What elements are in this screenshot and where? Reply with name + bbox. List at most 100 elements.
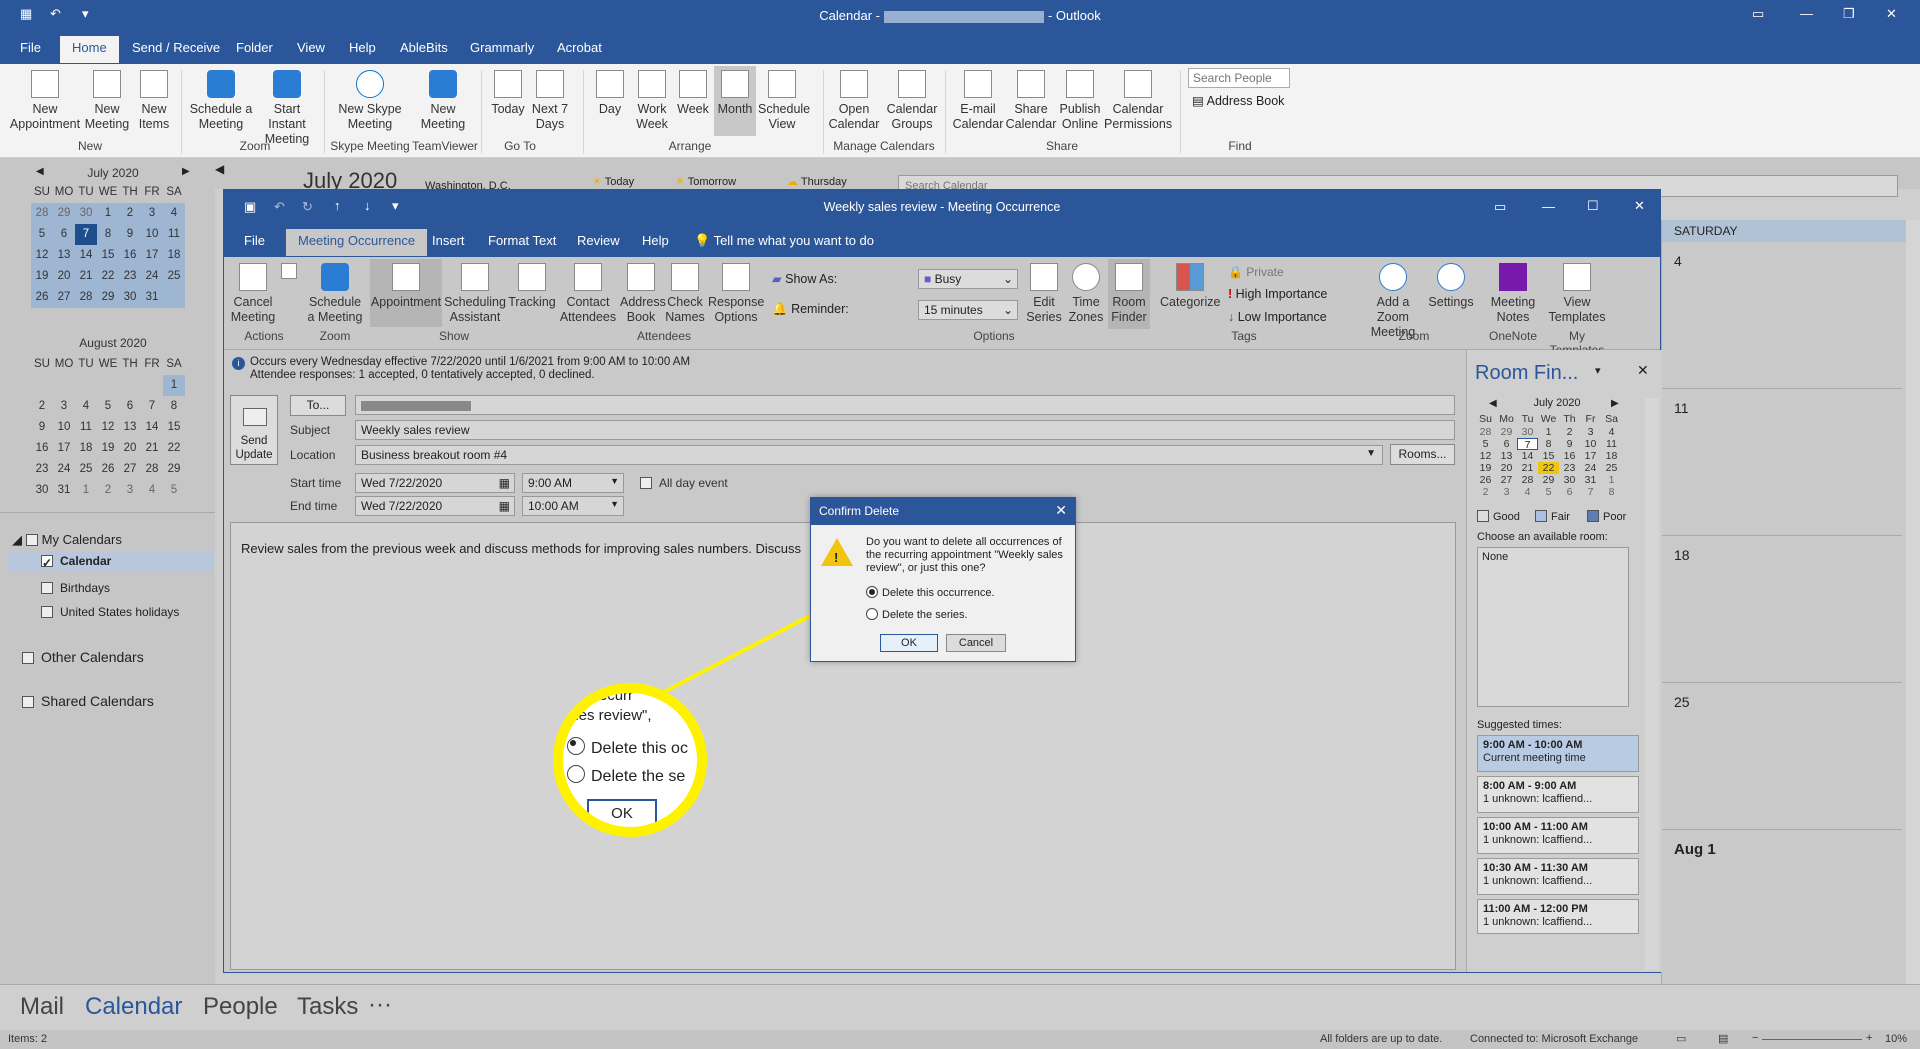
day-cell[interactable]: 25 [1674,694,1690,710]
ok-button[interactable]: OK [880,634,938,652]
time-zones-button[interactable]: Time Zones [1066,263,1106,325]
day-cell[interactable] [53,375,75,396]
day-cell[interactable]: 5 [97,396,119,417]
categorize-button[interactable]: Categorize [1160,263,1220,310]
day-cell[interactable]: 31 [1580,474,1601,486]
day-cell[interactable]: 29 [97,287,119,308]
day-cell[interactable] [119,375,141,396]
view-templates-button[interactable]: View Templates [1544,263,1610,325]
nav-calendar[interactable]: Calendar [85,993,182,1021]
day-cell[interactable] [163,287,185,308]
schedule-meeting-button[interactable]: Schedule a Meeting [188,70,254,132]
day-cell[interactable]: 21 [141,438,163,459]
all-day-checkbox[interactable]: All day event [640,476,728,490]
tab-format-text[interactable]: Format Text [488,233,556,248]
day-cell[interactable]: 12 [97,417,119,438]
day-cell[interactable]: 11 [1601,438,1622,450]
day-cell[interactable]: 5 [1475,438,1496,450]
day-cell[interactable]: 5 [163,480,185,501]
nav-mail[interactable]: Mail [20,993,64,1021]
address-book-button[interactable]: Address Book [620,263,666,325]
day-cell[interactable]: 2 [31,396,53,417]
tab-help[interactable]: Help [349,40,376,55]
address-book-button[interactable]: ▤ Address Book [1192,93,1284,108]
day-cell[interactable]: 23 [31,459,53,480]
us-holidays-checkbox-item[interactable]: United States holidays [41,605,179,619]
cancel-button[interactable]: Cancel [946,634,1006,652]
day-cell[interactable]: 21 [75,266,97,287]
day-cell[interactable]: 31 [53,480,75,501]
month-view-button[interactable]: Month [714,66,756,136]
tab-review[interactable]: Review [577,233,620,248]
zoom-in-icon[interactable]: + [1866,1032,1872,1044]
day-cell[interactable]: 24 [141,266,163,287]
search-people-input[interactable] [1188,68,1290,88]
day-cell[interactable]: 27 [53,287,75,308]
day-cell[interactable]: 17 [141,245,163,266]
next-7-days-button[interactable]: Next 7 Days [530,70,570,132]
day-cell[interactable]: 4 [1601,426,1622,438]
tab-view[interactable]: View [297,40,325,55]
start-instant-meeting-button[interactable]: Start Instant Meeting [254,70,320,147]
day-cell[interactable]: 3 [1496,486,1517,498]
day-cell[interactable]: 20 [53,266,75,287]
delete-occurrence-radio[interactable]: Delete this occurrence. [866,586,995,599]
day-cell[interactable]: 7 [1517,438,1538,451]
room-finder-button[interactable]: Room Finder [1108,259,1150,329]
day-cell[interactable]: 30 [1559,474,1580,486]
day-cell[interactable]: 7 [1580,486,1601,498]
appointment-button[interactable]: Appointment [370,259,442,327]
close-icon[interactable]: ✕ [1055,502,1067,519]
show-as-select[interactable]: ■ Busy ⌄ [918,269,1018,289]
day-cell[interactable]: 11 [75,417,97,438]
new-meeting-button[interactable]: New Meeting [82,70,132,132]
forward-options-button[interactable] [278,263,300,283]
august-mini-calendar[interactable]: 1 2 3 4 5 6 7 8 9 10 11 12 13 14 15 16 17 18 19 20 21 22 23 24 2… [31,375,185,501]
day-cell[interactable]: 9 [1559,438,1580,450]
day-cell[interactable]: 23 [1559,462,1580,474]
meeting-notes-button[interactable]: Meeting Notes [1486,263,1540,325]
day-cell[interactable]: 28 [141,459,163,480]
restore-icon[interactable]: ❐ [1843,6,1855,22]
low-importance-button[interactable]: ↓ Low Importance [1228,310,1327,324]
reading-view-icon[interactable]: ▤ [1718,1032,1728,1045]
day-cell[interactable]: 16 [31,438,53,459]
day-cell[interactable]: 26 [1475,474,1496,486]
edit-series-button[interactable]: Edit Series [1024,263,1064,325]
day-cell[interactable]: 30 [119,287,141,308]
day-cell[interactable]: 27 [119,459,141,480]
day-cell[interactable]: 20 [1496,462,1517,474]
tab-send-receive[interactable]: Send / Receive [132,40,220,55]
week-view-button[interactable]: Week [674,70,712,117]
day-cell[interactable] [75,375,97,396]
day-cell[interactable]: 3 [119,480,141,501]
tab-meeting-occurrence[interactable]: Meeting Occurrence [286,229,428,256]
day-cell[interactable]: 5 [1538,486,1559,498]
to-field[interactable] [355,395,1455,415]
zoom-settings-button[interactable]: Settings [1428,263,1474,310]
day-cell[interactable]: 7 [75,224,97,245]
day-cell[interactable]: 22 [163,438,185,459]
subject-field[interactable]: Weekly sales review [355,420,1455,440]
day-cell[interactable]: 2 [119,203,141,224]
day-cell[interactable]: 29 [1496,426,1517,438]
day-cell[interactable]: 31 [141,287,163,308]
day-cell[interactable] [141,375,163,396]
day-cell[interactable]: 20 [119,438,141,459]
day-cell[interactable]: 15 [97,245,119,266]
day-cell[interactable]: 6 [1496,438,1517,450]
day-cell[interactable]: 8 [1601,486,1622,498]
day-cell[interactable]: 13 [53,245,75,266]
day-cell[interactable]: 18 [1674,547,1690,563]
day-cell[interactable]: 1 [163,375,185,396]
zoom-slider[interactable] [1762,1039,1862,1040]
day-cell[interactable]: 4 [1674,253,1682,269]
close-icon[interactable]: ✕ [1637,362,1649,379]
day-cell[interactable]: 28 [1475,426,1496,438]
response-options-button[interactable]: Response Options [708,263,764,325]
schedule-view-button[interactable]: Schedule View [758,70,810,132]
day-cell[interactable] [31,375,53,396]
day-cell[interactable]: 22 [1538,462,1559,474]
day-cell[interactable]: 1 [75,480,97,501]
day-cell[interactable]: 11 [1674,400,1689,416]
